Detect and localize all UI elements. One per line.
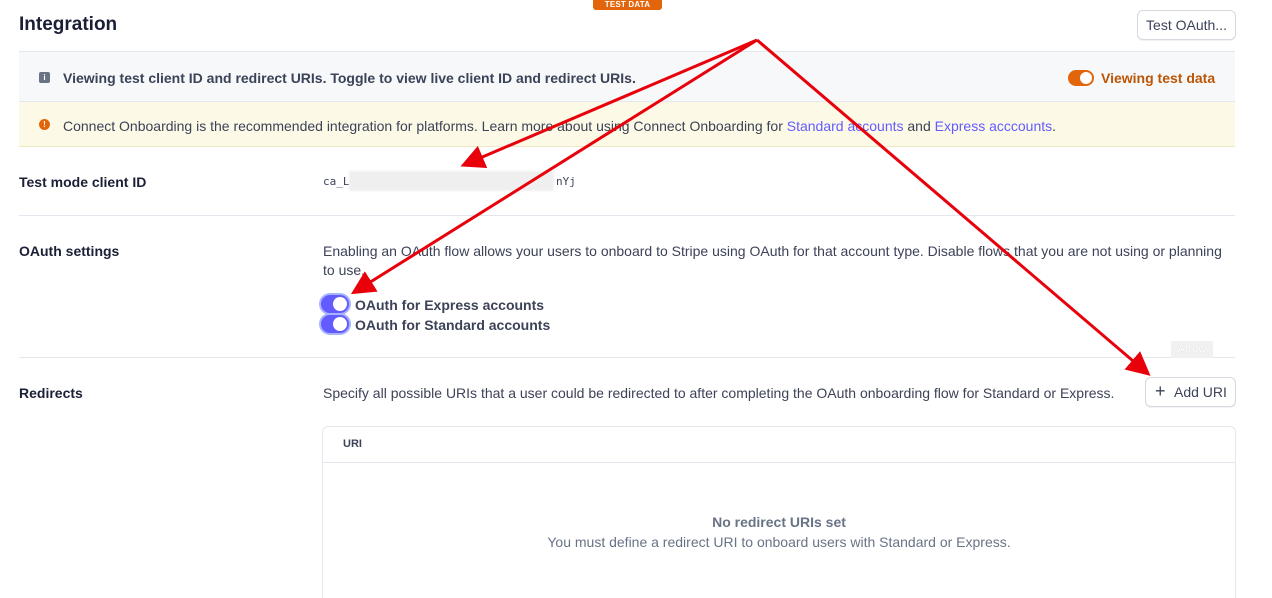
empty-state-subtitle: You must define a redirect URI to onboar… (547, 534, 1011, 550)
client-id-prefix: ca_L (323, 175, 350, 188)
view-test-data-toggle[interactable] (1068, 70, 1094, 86)
info-banner-text: Viewing test client ID and redirect URIs… (63, 70, 636, 86)
client-id-label: Test mode client ID (19, 174, 147, 190)
uri-column-header: URI (343, 438, 362, 450)
section-divider (19, 215, 1235, 216)
test-data-badge: TEST DATA (593, 0, 662, 10)
oauth-standard-label: OAuth for Standard accounts (355, 317, 551, 333)
oauth-settings-description: Enabling an OAuth flow allows your users… (323, 243, 1222, 278)
oauth-standard-switch[interactable] (321, 315, 349, 333)
warning-text-before: Connect Onboarding is the recommended in… (63, 118, 787, 134)
add-uri-button[interactable]: + Add URI (1145, 377, 1236, 407)
empty-state-title: No redirect URIs set (712, 514, 846, 530)
toggle-knob (1080, 72, 1092, 84)
warning-icon: ! (39, 119, 50, 130)
client-id-suffix: nYj (556, 175, 576, 188)
client-id-redacted (349, 171, 554, 191)
switch-knob (333, 297, 347, 311)
warning-text-and: and (903, 118, 935, 134)
plus-icon: + (1155, 381, 1166, 401)
redirects-label: Redirects (19, 385, 83, 401)
switch-knob (333, 317, 347, 331)
warning-text-after: . (1052, 118, 1057, 134)
test-data-info-banner: i Viewing test client ID and redirect UR… (19, 51, 1235, 102)
standard-accounts-link[interactable]: Standard accounts (787, 118, 904, 134)
test-oauth-button[interactable]: Test OAuth... (1137, 10, 1236, 40)
connect-onboarding-warning-banner: ! Connect Onboarding is the recommended … (19, 102, 1235, 147)
section-divider (19, 357, 1235, 358)
redirect-uri-table: URI No redirect URIs set You must define… (322, 426, 1236, 598)
oauth-express-label: OAuth for Express accounts (355, 297, 545, 313)
express-accounts-link[interactable]: Express acccounts (935, 118, 1053, 134)
oauth-express-switch[interactable] (321, 295, 349, 313)
page-title: Integration (19, 14, 118, 35)
table-header-divider (323, 462, 1235, 463)
oauth-settings-label: OAuth settings (19, 243, 120, 259)
viewing-test-data-label: Viewing test data (1101, 70, 1216, 86)
redirects-description: Specify all possible URIs that a user co… (323, 385, 1115, 401)
arrow-tooltip: Arrow (1171, 341, 1213, 358)
warning-banner-text: Connect Onboarding is the recommended in… (63, 118, 1056, 134)
add-uri-label: Add URI (1174, 384, 1227, 400)
info-icon: i (39, 72, 50, 83)
